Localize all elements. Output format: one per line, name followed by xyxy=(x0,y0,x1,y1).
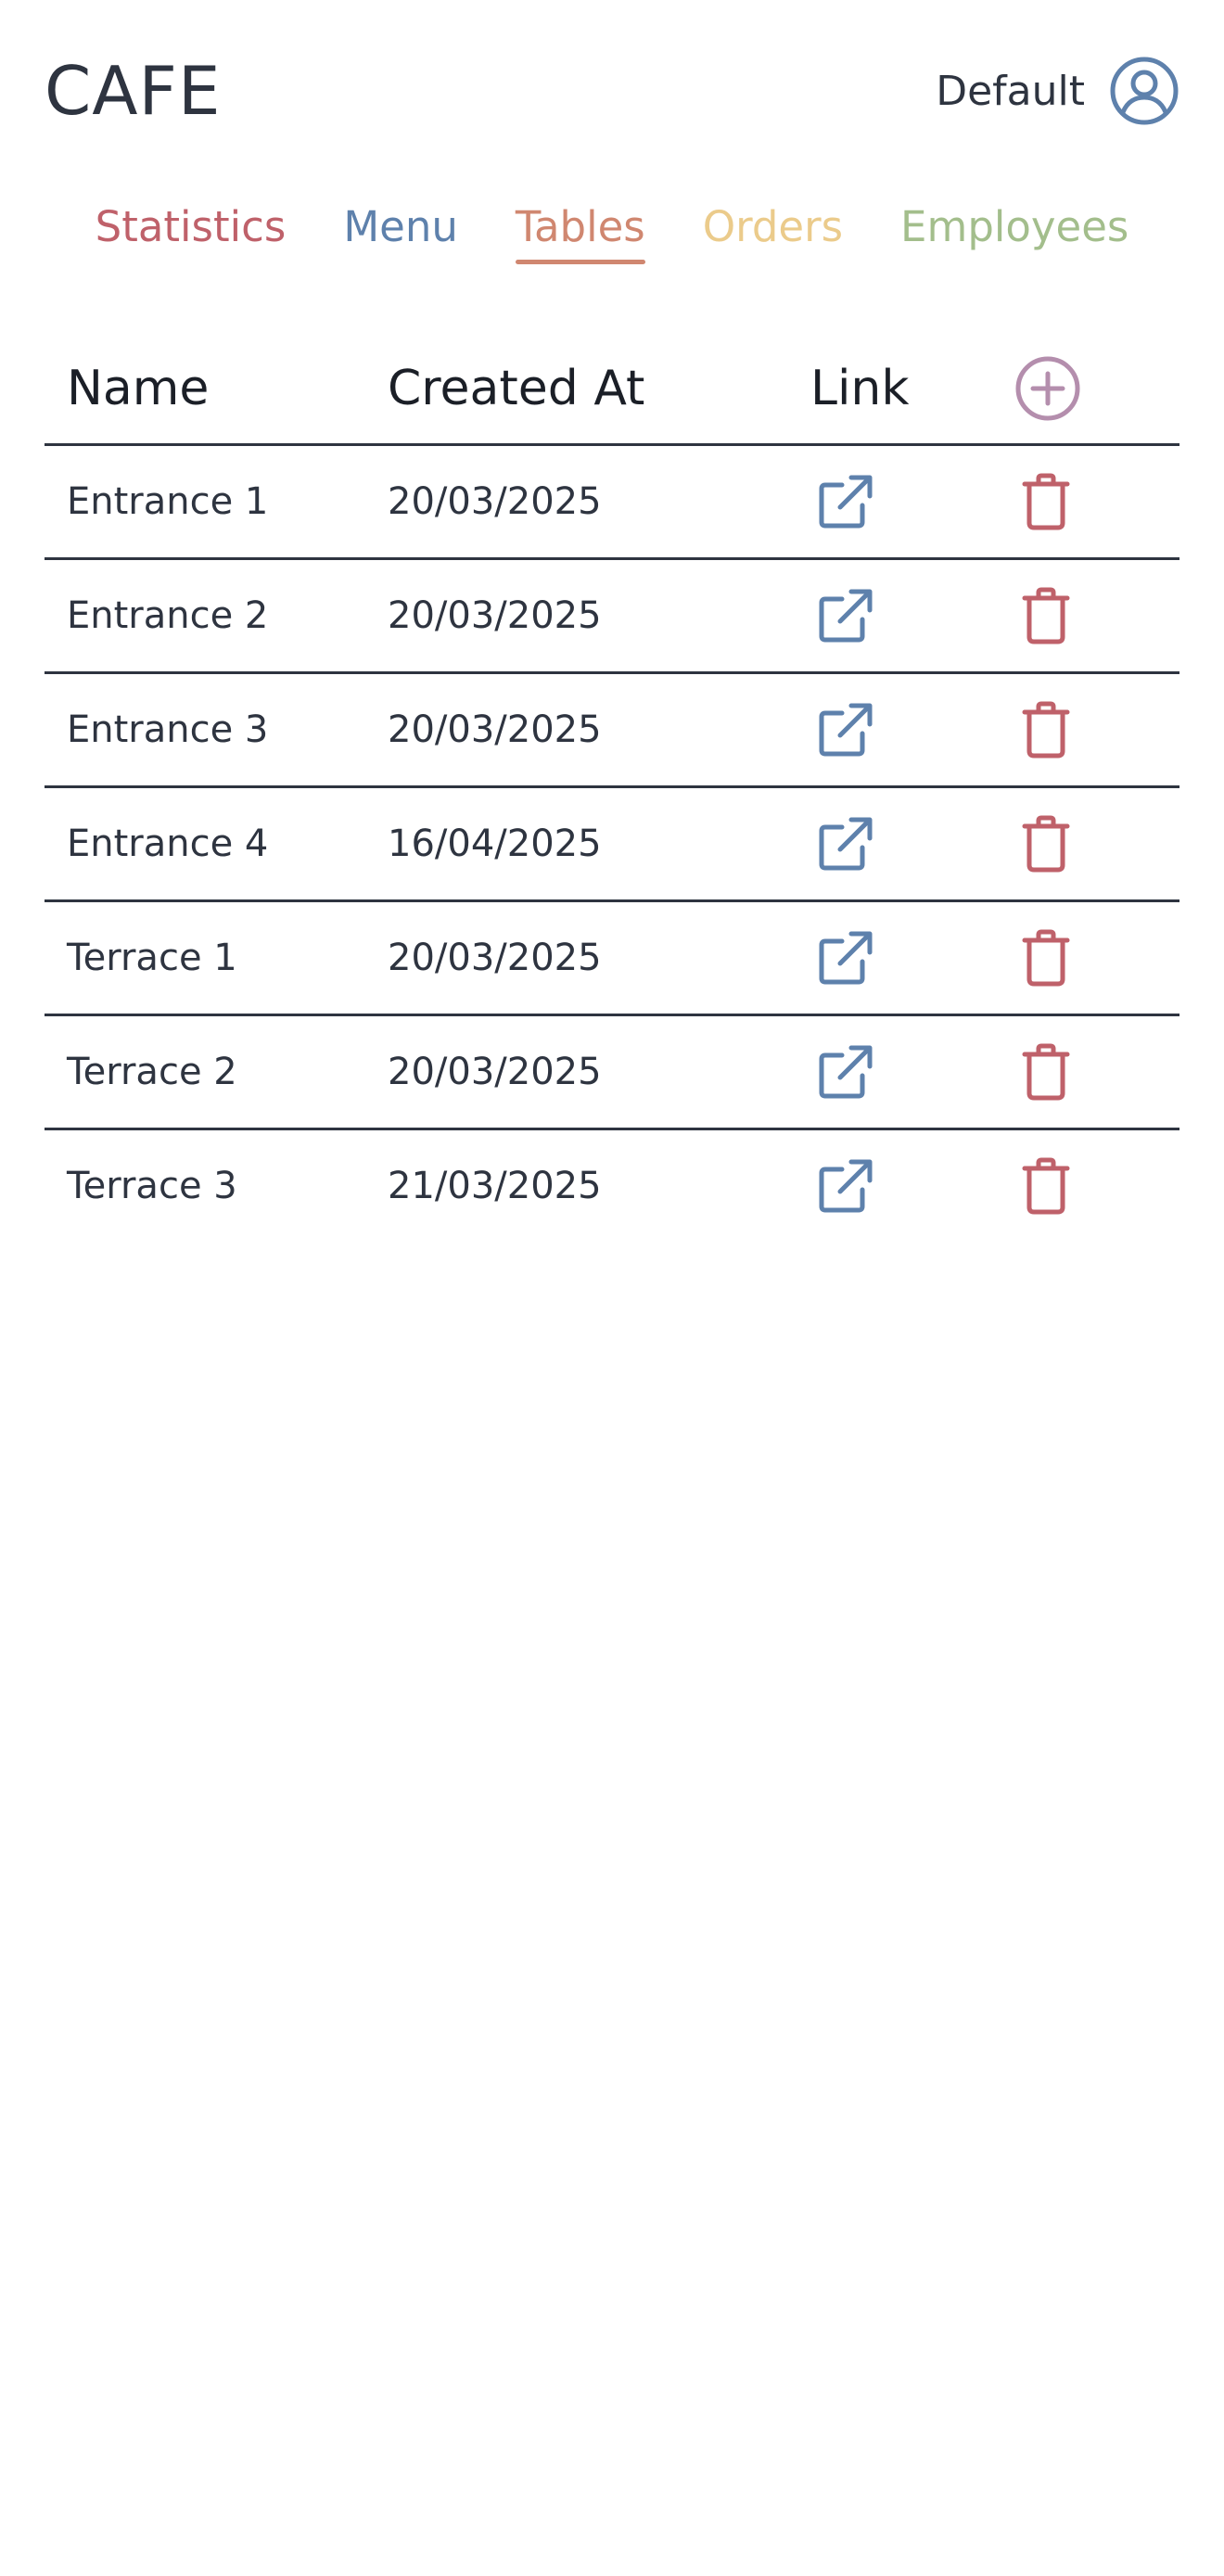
link-cell xyxy=(810,472,1011,531)
user-name: Default xyxy=(936,67,1085,115)
table-name: Entrance 4 xyxy=(67,823,269,865)
table-row: Terrace 1 20/03/2025 xyxy=(45,902,1179,1016)
external-link-icon[interactable] xyxy=(816,472,875,531)
created-at: 20/03/2025 xyxy=(388,480,602,523)
delete-cell xyxy=(1011,1043,1179,1101)
tab-orders[interactable]: Orders xyxy=(703,202,843,261)
delete-cell xyxy=(1011,473,1179,530)
tab-tables[interactable]: Tables xyxy=(515,202,645,264)
created-at: 21/03/2025 xyxy=(388,1165,602,1207)
tab-employees[interactable]: Employees xyxy=(900,202,1128,261)
table-row: Entrance 4 16/04/2025 xyxy=(45,788,1179,902)
link-cell xyxy=(810,928,1011,988)
link-cell xyxy=(810,586,1011,645)
table-row: Entrance 2 20/03/2025 xyxy=(45,560,1179,674)
link-cell xyxy=(810,1156,1011,1216)
external-link-icon[interactable] xyxy=(816,1156,875,1216)
delete-cell xyxy=(1011,815,1179,873)
delete-cell xyxy=(1011,1157,1179,1215)
table-name: Terrace 3 xyxy=(67,1165,237,1207)
trash-icon[interactable] xyxy=(1022,473,1070,530)
plus-circle-icon[interactable] xyxy=(1014,355,1081,422)
column-header-link: Link xyxy=(810,361,910,416)
created-at: 20/03/2025 xyxy=(388,594,602,637)
table-name: Entrance 1 xyxy=(67,480,269,523)
main-nav: Statistics Menu Tables Orders Employees xyxy=(0,202,1224,264)
trash-icon[interactable] xyxy=(1022,929,1070,987)
link-cell xyxy=(810,814,1011,874)
external-link-icon[interactable] xyxy=(816,700,875,759)
table-name: Terrace 1 xyxy=(67,937,237,979)
created-at: 16/04/2025 xyxy=(388,823,602,865)
external-link-icon[interactable] xyxy=(816,1042,875,1102)
app-title: CAFE xyxy=(45,52,222,130)
created-at: 20/03/2025 xyxy=(388,937,602,979)
add-table-cell xyxy=(1011,355,1179,422)
table-body: Entrance 1 20/03/2025 Entrance 2 20/03/2025… xyxy=(45,446,1179,1242)
user-circle-icon[interactable] xyxy=(1109,56,1179,126)
trash-icon[interactable] xyxy=(1022,1043,1070,1101)
table-row: Terrace 3 21/03/2025 xyxy=(45,1130,1179,1242)
table-name: Terrace 2 xyxy=(67,1051,237,1093)
tab-statistics[interactable]: Statistics xyxy=(96,202,287,261)
trash-icon[interactable] xyxy=(1022,587,1070,644)
external-link-icon[interactable] xyxy=(816,814,875,874)
column-header-name: Name xyxy=(67,361,210,416)
table-row: Entrance 3 20/03/2025 xyxy=(45,674,1179,788)
created-at: 20/03/2025 xyxy=(388,1051,602,1093)
delete-cell xyxy=(1011,929,1179,987)
table-header-row: Name Created At Link xyxy=(45,334,1179,446)
external-link-icon[interactable] xyxy=(816,928,875,988)
column-header-created-at: Created At xyxy=(388,361,645,416)
table-row: Entrance 1 20/03/2025 xyxy=(45,446,1179,560)
trash-icon[interactable] xyxy=(1022,815,1070,873)
delete-cell xyxy=(1011,587,1179,644)
link-cell xyxy=(810,700,1011,759)
table-name: Entrance 2 xyxy=(67,594,269,637)
external-link-icon[interactable] xyxy=(816,586,875,645)
tables-table: Name Created At Link Entrance 1 20/03/202… xyxy=(45,334,1179,1242)
delete-cell xyxy=(1011,701,1179,759)
user-menu[interactable]: Default xyxy=(936,54,1179,128)
trash-icon[interactable] xyxy=(1022,1157,1070,1215)
table-row: Terrace 2 20/03/2025 xyxy=(45,1016,1179,1130)
app-header: CAFE Default xyxy=(0,0,1224,176)
trash-icon[interactable] xyxy=(1022,701,1070,759)
tab-menu[interactable]: Menu xyxy=(343,202,458,261)
table-name: Entrance 3 xyxy=(67,708,269,751)
created-at: 20/03/2025 xyxy=(388,708,602,751)
link-cell xyxy=(810,1042,1011,1102)
